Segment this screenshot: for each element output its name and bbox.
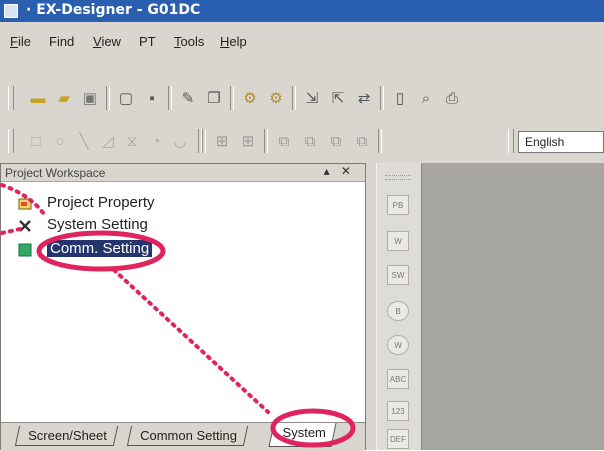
toolbar-separator [292,86,296,110]
tree-item-label: System Setting [47,216,148,233]
print-icon[interactable]: ⎙ [442,88,462,108]
align-right-icon[interactable]: ⊞ [238,131,258,151]
polygon-icon[interactable]: ◿ [98,131,118,151]
workspace-tabs: Screen/Sheet Common Setting System [1,422,365,451]
menu-help[interactable]: Help [220,34,247,49]
tree-item-label: Comm. Setting [47,240,153,257]
send-back-icon[interactable]: ⧉ [300,131,320,151]
toolbar-separator [380,86,384,110]
document-icon[interactable]: ▯ [390,88,410,108]
transfer-icon[interactable]: ⇄ [354,88,374,108]
project-property-icon [18,198,32,210]
object-toolbar: PB W SW B W ABC 123 DEF [376,163,422,450]
toolbar-grip[interactable] [385,175,411,180]
arc-icon[interactable]: ◔ [146,131,166,151]
align-left-icon[interactable]: ⊞ [212,131,232,151]
group-icon[interactable]: ⧉ [326,131,346,151]
panel-header: Project Workspace ▴ ✕ [1,164,365,182]
tree-item-label: Project Property [47,194,155,211]
toolbar-separator [106,86,110,110]
toolbar-grip[interactable] [508,129,514,153]
copy-icon[interactable]: ❐ [204,88,224,108]
open-folder-icon[interactable]: ▰ [54,88,74,108]
new-document-icon[interactable]: ▢ [116,88,136,108]
project-workspace-panel: Project Workspace ▴ ✕ Project Property S… [0,163,366,451]
menu-find[interactable]: Find [49,34,74,49]
menu-tools[interactable]: Tools [174,34,204,49]
rectangle-icon[interactable]: □ [26,131,46,151]
tab-system[interactable]: System [268,423,337,447]
word-lamp-tool[interactable]: W [387,335,409,355]
ascii-display-tool[interactable]: DEF [387,429,409,449]
window-title-bar: · EX-Designer - G01DC [0,0,604,22]
menu-pt[interactable]: PT [139,34,156,49]
word-button-tool[interactable]: W [387,231,409,251]
menu-view[interactable]: View [93,34,121,49]
system-setting-icon [19,220,31,232]
tab-screen-sheet[interactable]: Screen/Sheet [14,426,118,446]
menu-bar: File Find View PT Tools Help [0,22,604,56]
drawing-toolbar: □ ○ ╲ ◿ ⧖ ◔ ◡ ⊞ ⊞ ⧉ ⧉ ⧉ ⧉ English [0,121,604,161]
tab-common-setting[interactable]: Common Setting [126,426,248,446]
toolbar-separator [230,86,234,110]
numeric-display-tool[interactable]: 123 [387,401,409,421]
ungroup-icon[interactable]: ⧉ [352,131,372,151]
push-button-tool[interactable]: PB [387,195,409,215]
comm-setting-icon [18,243,32,257]
window-title: · EX-Designer - G01DC [26,2,201,18]
menu-file[interactable]: File [10,34,31,49]
text-display-tool[interactable]: ABC [387,369,409,389]
new-folder-icon[interactable]: ▬ [28,88,48,108]
edit-icon[interactable]: ✎ [178,88,198,108]
export-icon[interactable]: ⇱ [328,88,348,108]
toolbar-separator [378,129,382,153]
toolbar-separator [264,129,268,153]
line-icon[interactable]: ╲ [74,131,94,151]
ellipse-icon[interactable]: ○ [50,131,70,151]
print-preview-icon[interactable]: ⌕ [416,88,436,108]
save-all-icon[interactable]: ▣ [80,88,100,108]
compile-icon[interactable]: ⚙ [240,88,260,108]
pie-icon[interactable]: ◡ [170,131,190,151]
app-icon [4,4,18,18]
import-icon[interactable]: ⇲ [302,88,322,108]
switch-tool[interactable]: SW [387,265,409,285]
toolbar-grip[interactable] [8,129,14,153]
tree-item-comm-setting[interactable]: Comm. Setting [1,240,201,260]
tree-item-project-property[interactable]: Project Property [1,194,201,214]
hourglass-icon[interactable]: ⧖ [122,131,142,151]
tree-item-system-setting[interactable]: System Setting [1,216,201,236]
toolbar-grip[interactable] [8,86,14,110]
save-icon[interactable]: ▪ [142,88,162,108]
panel-title: Project Workspace [5,166,106,180]
bit-lamp-tool[interactable]: B [387,301,409,321]
compile-all-icon[interactable]: ⚙ [266,88,286,108]
toolbar-separator [202,129,206,153]
toolbar-separator [168,86,172,110]
bring-front-icon[interactable]: ⧉ [274,131,294,151]
main-toolbar: ▬ ▰ ▣ ▢ ▪ ✎ ❐ ⚙ ⚙ ⇲ ⇱ ⇄ ▯ ⌕ ⎙ [0,78,604,118]
editor-workspace[interactable] [422,163,604,450]
panel-close-icon[interactable]: ▴ ✕ [324,164,355,178]
language-select[interactable]: English [518,131,604,153]
